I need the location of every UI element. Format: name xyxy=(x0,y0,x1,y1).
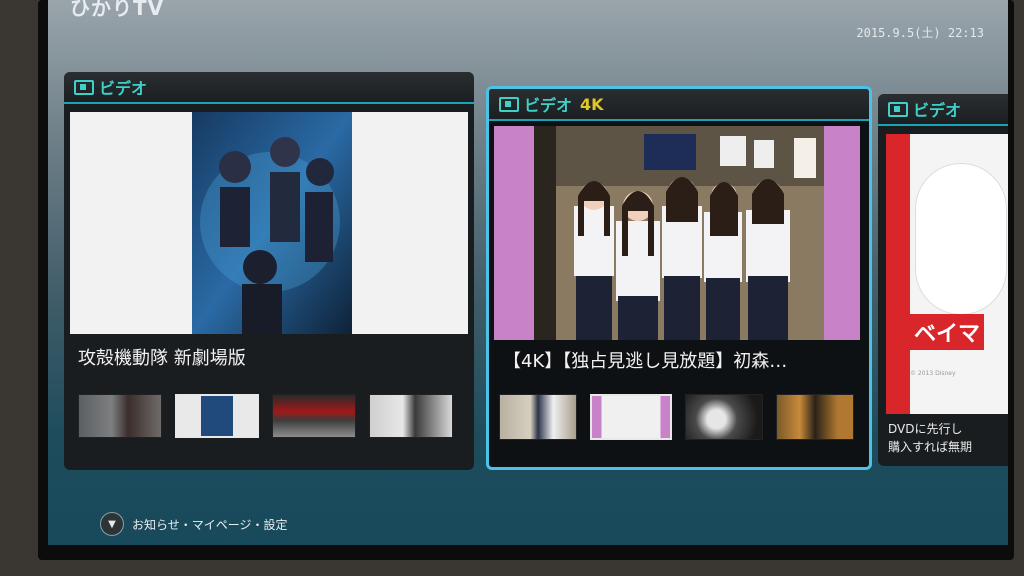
video-icon xyxy=(74,79,94,95)
content-card-big-hero[interactable]: ビデオ ベイマ © 2013 Disney DVDに先行し 購入すれば無期 xyxy=(878,94,1008,466)
menu-label: お知らせ・マイページ・設定 xyxy=(132,517,288,532)
content-title: 【4K】【独占見逃し見放題】初森… xyxy=(503,351,788,372)
video-icon xyxy=(888,101,908,117)
brand-logo: ひかりTV xyxy=(70,0,165,20)
card-header: ビデオ xyxy=(878,94,1008,126)
thumbnail[interactable] xyxy=(685,394,763,440)
poster-title: ベイマ xyxy=(910,314,985,350)
video-icon xyxy=(499,96,519,112)
thumbnail[interactable] xyxy=(776,394,854,440)
category-label: ビデオ xyxy=(913,101,962,120)
copyright: © 2013 Disney xyxy=(910,370,956,377)
poster-red-panel xyxy=(886,134,910,414)
card-header: ビデオ 4K xyxy=(489,89,869,121)
thumbnail-strip xyxy=(499,394,854,440)
thumbnail[interactable] xyxy=(369,394,453,438)
content-title: 攻殻機動隊 新劇場版 xyxy=(78,348,246,369)
content-card-4k[interactable]: ビデオ 4K 【4K】【独占見逃し見放題】初森… xyxy=(486,86,872,470)
thumbnail[interactable] xyxy=(78,394,162,438)
category-label: ビデオ xyxy=(99,79,148,98)
category-label: ビデオ xyxy=(524,96,573,115)
thumbnail-selected[interactable] xyxy=(175,394,259,438)
datetime: 2015.9.5(土) 22:13 xyxy=(856,26,984,40)
poster-image xyxy=(494,126,860,340)
poster-image xyxy=(70,112,468,334)
badge-4k: 4K xyxy=(580,94,604,114)
bottom-menu[interactable]: ▼ お知らせ・マイページ・設定 xyxy=(100,512,288,536)
character-figure xyxy=(916,164,1006,314)
card-header: ビデオ xyxy=(64,72,474,104)
promo-text-1: DVDに先行し xyxy=(888,422,963,436)
thumbnail-selected[interactable] xyxy=(590,394,672,440)
thumbnail[interactable] xyxy=(499,394,577,440)
thumbnail-strip xyxy=(78,394,453,438)
content-card-ghost-in-the-shell[interactable]: ビデオ 攻殻機動隊 新劇場版 xyxy=(64,72,474,470)
tv-screen: ひかりTV 2015.9.5(土) 22:13 ビデオ 攻殻機動隊 新劇場版 ビ… xyxy=(48,0,1008,545)
poster-image: ベイマ © 2013 Disney xyxy=(886,134,1008,414)
promo-text-2: 購入すれば無期 xyxy=(888,440,973,454)
down-triangle-icon[interactable]: ▼ xyxy=(100,512,124,536)
thumbnail[interactable] xyxy=(272,394,356,438)
